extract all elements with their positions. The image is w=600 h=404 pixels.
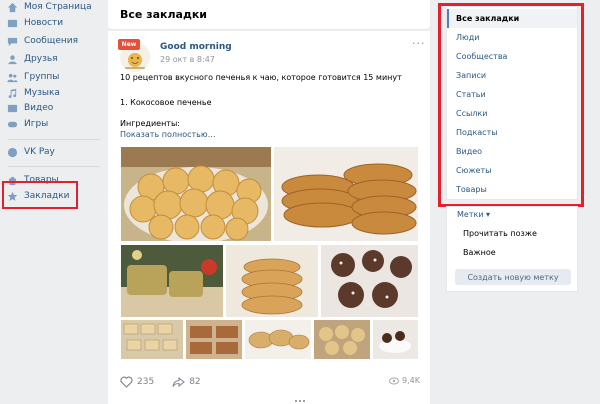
video-icon: [6, 102, 18, 114]
friends-icon: [6, 53, 18, 65]
sidebar-item-label: Музыка: [24, 88, 60, 98]
sidebar-item-label: Сообщения: [24, 36, 79, 46]
sidebar-item-messages[interactable]: Сообщения: [6, 32, 78, 50]
post-photo[interactable]: [121, 147, 271, 241]
share-button[interactable]: 82: [172, 376, 201, 388]
sidebar-item-friends[interactable]: Друзья: [6, 50, 58, 68]
news-icon: [6, 17, 18, 29]
post-card: New Good morning 29 окт в 8:47 ··· 10 ре…: [108, 31, 430, 404]
post-text-line: 10 рецептов вкусного печенья к чаю, кото…: [120, 73, 402, 82]
sidebar-divider: [8, 139, 100, 140]
sidebar-item-label: Видео: [24, 103, 54, 113]
new-badge: New: [118, 39, 140, 50]
post-author[interactable]: Good morning: [160, 42, 232, 52]
more-options-icon[interactable]: ···: [412, 37, 426, 50]
sidebar-item-label: Новости: [24, 18, 64, 28]
post-photo[interactable]: [274, 147, 418, 241]
views-counter: 9,4K: [389, 376, 420, 385]
groups-icon: [6, 71, 18, 83]
show-more-link[interactable]: Показать полностью…: [120, 130, 216, 139]
music-icon: [6, 87, 18, 99]
post-text-line: 1. Кокосовое печенье: [120, 98, 212, 107]
labels-dropdown[interactable]: Метки ▾: [457, 210, 490, 219]
home-icon: [6, 1, 18, 13]
post-photo[interactable]: [245, 320, 311, 359]
like-count: 235: [137, 377, 155, 387]
post-photo[interactable]: [373, 320, 418, 359]
post-text-line: Ингредиенты:: [120, 119, 180, 128]
sidebar-divider: [8, 166, 100, 167]
sidebar-item-vkpay[interactable]: VK Pay: [6, 143, 55, 161]
post-actions: 235 82: [120, 376, 219, 388]
sidebar-item-label: Моя Страница: [24, 2, 92, 12]
page-header: Все закладки: [108, 0, 430, 30]
page-title: Все закладки: [120, 8, 208, 21]
label-important[interactable]: Важное: [463, 248, 496, 257]
share-count: 82: [189, 377, 201, 387]
vkpay-icon: [6, 146, 18, 158]
sidebar-item-games[interactable]: Игры: [6, 115, 48, 133]
labels-panel: Метки ▾ Прочитать позже Важное Создать н…: [446, 206, 578, 292]
sidebar-item-label: Игры: [24, 119, 49, 129]
share-icon: [172, 376, 186, 388]
sidebar-item-label: VK Pay: [24, 147, 55, 157]
scroll-grip-icon[interactable]: [288, 398, 312, 404]
create-label-button[interactable]: Создать новую метку: [455, 269, 571, 285]
games-icon: [6, 118, 18, 130]
post-photo[interactable]: [314, 320, 370, 359]
post-photo[interactable]: [121, 245, 223, 317]
views-count: 9,4K: [402, 376, 420, 385]
post-photo[interactable]: [226, 245, 318, 317]
post-photo[interactable]: [321, 245, 418, 317]
like-button[interactable]: 235: [120, 376, 154, 388]
bookmarks-highlight-frame: [2, 181, 78, 209]
filters-highlight-frame: [438, 3, 584, 207]
post-photo[interactable]: [186, 320, 242, 359]
eye-icon: [389, 377, 400, 384]
post-photo[interactable]: [121, 320, 183, 359]
sidebar-item-label: Группы: [24, 72, 60, 82]
messages-icon: [6, 35, 18, 47]
sidebar-item-label: Друзья: [24, 54, 58, 64]
heart-icon: [120, 376, 133, 388]
post-date[interactable]: 29 окт в 8:47: [160, 55, 215, 64]
label-read-later[interactable]: Прочитать позже: [463, 229, 537, 238]
sidebar-item-news[interactable]: Новости: [6, 14, 63, 32]
